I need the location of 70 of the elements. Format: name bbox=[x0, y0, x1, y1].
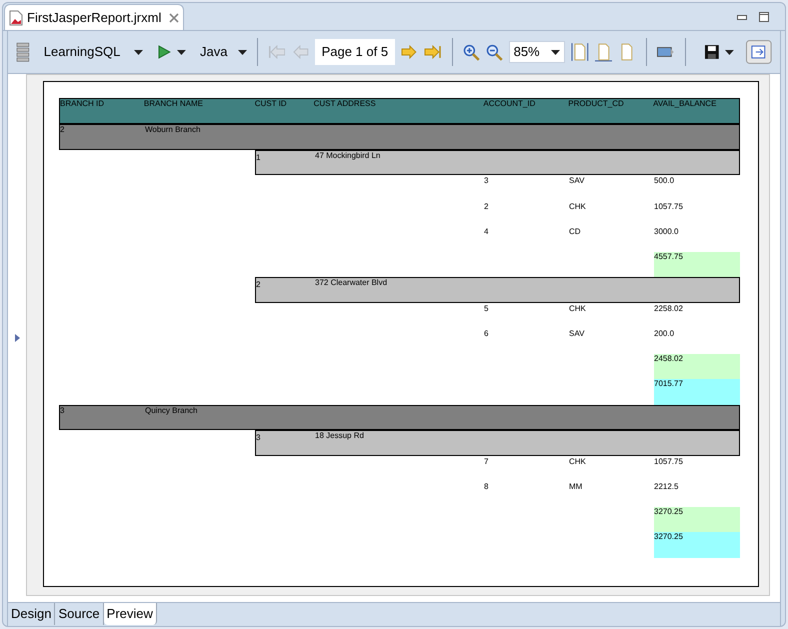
editor-mode-tab[interactable]: Preview bbox=[104, 603, 157, 625]
table-cell-text: 2 bbox=[60, 125, 66, 136]
table-cell-text: Quincy Branch bbox=[145, 406, 198, 417]
caret-icon bbox=[550, 50, 560, 54]
table-cell-text: 2258.02 bbox=[654, 304, 684, 314]
table-cell-text: Woburn Branch bbox=[145, 125, 200, 136]
table-cell-text: CHK bbox=[569, 202, 587, 212]
table-cell-text: MM bbox=[569, 482, 584, 492]
fit-page-icon[interactable] bbox=[570, 42, 589, 62]
table-cell-text: 3 bbox=[256, 432, 262, 444]
caret-icon[interactable] bbox=[134, 50, 144, 54]
report-file-icon bbox=[9, 10, 23, 26]
toggle-panel-icon[interactable] bbox=[746, 40, 772, 64]
table-cell-text: 2 bbox=[256, 279, 262, 291]
caret-icon[interactable] bbox=[177, 50, 186, 54]
fit-width-icon[interactable] bbox=[594, 42, 612, 62]
column-header: AVAIL_BALANCE bbox=[653, 99, 718, 110]
column-header: CUST ID bbox=[254, 99, 288, 110]
total-cell: 3270.25 bbox=[654, 532, 740, 558]
subtotal-cell: 4557.75 bbox=[654, 252, 740, 277]
datasource-label[interactable]: LearningSQL bbox=[44, 42, 120, 62]
subtotal-cell: 3270.25 bbox=[654, 506, 740, 532]
table-cell-text: 7 bbox=[484, 456, 490, 466]
table-cell-text: 5 bbox=[484, 304, 490, 314]
table-cell-text: 8 bbox=[484, 482, 490, 492]
maximize-icon[interactable] bbox=[759, 12, 769, 22]
table-cell-text: CHK bbox=[569, 304, 587, 314]
column-header: CUST ADDRESS bbox=[314, 99, 377, 110]
editor-tab[interactable]: FirstJasperReport.jrxml bbox=[4, 4, 184, 30]
table-cell-text: 500.0 bbox=[654, 176, 676, 186]
table-cell-text: CHK bbox=[569, 456, 587, 466]
subtotal-cell: 2458.02 bbox=[654, 354, 740, 379]
table-cell-text: 3 bbox=[60, 406, 66, 416]
table-cell-text: SAV bbox=[569, 329, 586, 339]
export-icon[interactable] bbox=[657, 46, 675, 58]
table-cell-text: 1 bbox=[256, 152, 262, 164]
database-icon[interactable] bbox=[16, 42, 30, 62]
column-header: ACCOUNT_ID bbox=[483, 99, 536, 110]
table-cell-text: 372 Clearwater Blvd bbox=[315, 278, 388, 289]
column-header: BRANCH NAME bbox=[144, 99, 204, 110]
minimize-icon[interactable] bbox=[737, 14, 747, 20]
language-label[interactable]: Java bbox=[200, 42, 228, 62]
table-cell-text: 3000.0 bbox=[654, 227, 680, 237]
caret-icon[interactable] bbox=[725, 50, 734, 54]
total-cell: 7015.77 bbox=[654, 379, 740, 404]
table-cell-text: 1057.75 bbox=[654, 202, 684, 212]
tab-title: FirstJasperReport.jrxml bbox=[27, 8, 162, 27]
page-indicator: Page 1 of 5 bbox=[314, 39, 395, 65]
table-cell-text: 6 bbox=[484, 329, 490, 339]
caret-icon[interactable] bbox=[238, 50, 247, 54]
close-icon[interactable] bbox=[169, 12, 180, 22]
table-cell-text: 200.0 bbox=[654, 329, 676, 339]
table-cell-text: 4 bbox=[484, 227, 490, 237]
zoom-in-icon[interactable] bbox=[463, 44, 480, 60]
column-header: BRANCH ID bbox=[60, 99, 106, 110]
editor-mode-tab[interactable]: Design bbox=[8, 603, 56, 625]
table-cell-text: 3 bbox=[484, 176, 490, 186]
table-cell-text: CD bbox=[569, 227, 582, 237]
table-cell-text: 1057.75 bbox=[654, 456, 684, 466]
table-cell-text: SAV bbox=[569, 176, 586, 186]
save-icon[interactable] bbox=[704, 44, 720, 60]
expand-icon[interactable] bbox=[14, 334, 20, 342]
table-cell-text: 2 bbox=[484, 202, 490, 212]
table-cell-text: 47 Mockingbird Ln bbox=[315, 150, 380, 162]
column-header: PRODUCT_CD bbox=[568, 99, 625, 110]
zoom-out-icon[interactable] bbox=[486, 44, 503, 60]
zoom-dropdown[interactable]: 85% bbox=[508, 41, 565, 63]
run-icon[interactable] bbox=[157, 45, 172, 59]
table-cell-text: 18 Jessup Rd bbox=[315, 431, 364, 442]
table-cell-text: 2212.5 bbox=[654, 482, 680, 492]
